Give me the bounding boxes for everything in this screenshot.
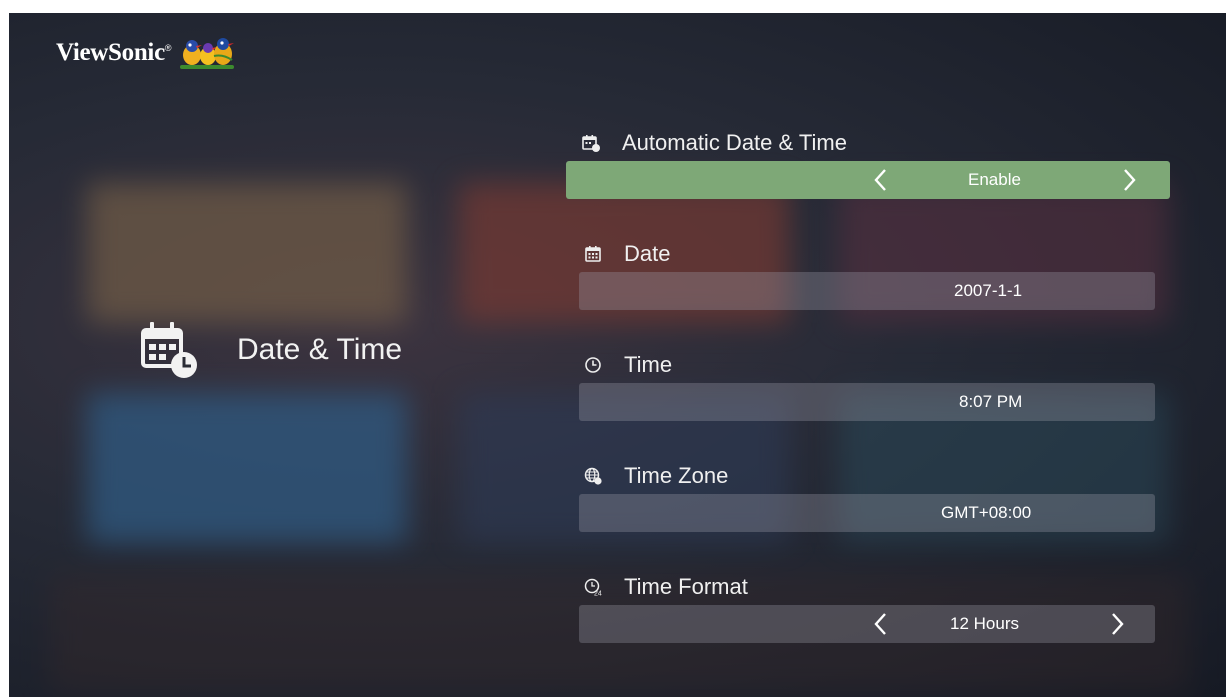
svg-text:24: 24	[594, 591, 602, 597]
time-format-value: 12 Hours	[950, 614, 1019, 633]
setting-label-text: Time Zone	[624, 463, 729, 488]
calendar-clock-icon	[141, 322, 197, 378]
time-format-label: 24 Time Format	[584, 574, 748, 600]
brand-name: ViewSonic	[56, 39, 165, 66]
time-zone-field[interactable]: GMT+08:00	[579, 494, 1155, 532]
background-tile	[87, 183, 407, 323]
automatic-date-time-label: Automatic Date & Time	[582, 130, 847, 156]
time-label: Time	[584, 352, 672, 378]
setting-label-text: Time	[624, 352, 673, 377]
chevron-left-icon[interactable]	[871, 611, 891, 637]
date-label: Date	[584, 241, 670, 267]
chevron-right-icon[interactable]	[1107, 611, 1127, 637]
trademark-mark: ®	[164, 43, 172, 53]
calendar-sync-icon	[582, 135, 600, 152]
automatic-date-time-value: Enable	[968, 170, 1021, 189]
chevron-right-icon[interactable]	[1119, 167, 1139, 193]
time-zone-label: Time Zone	[584, 463, 728, 489]
setting-label-text: Automatic Date & Time	[622, 130, 847, 155]
birds-logo-icon	[179, 38, 234, 69]
time-zone-value: GMT+08:00	[941, 503, 1032, 522]
chevron-left-icon[interactable]	[871, 167, 891, 193]
time-field[interactable]: 8:07 PM	[579, 383, 1155, 421]
calendar-icon	[585, 246, 601, 262]
clock-icon	[585, 357, 601, 373]
time-format-selector[interactable]: 12 Hours	[579, 605, 1155, 643]
date-value: 2007-1-1	[954, 281, 1023, 300]
category-title: Date & Time	[237, 333, 403, 366]
background-tile	[87, 393, 407, 543]
brand-logo: ViewSonic ®	[56, 35, 236, 71]
time-value: 8:07 PM	[959, 392, 1023, 411]
automatic-date-time-selector[interactable]: Enable	[566, 161, 1170, 199]
setting-label-text: Date	[624, 241, 671, 266]
setting-label-text: Time Format	[624, 574, 748, 599]
globe-clock-icon	[584, 467, 602, 485]
date-field[interactable]: 2007-1-1	[579, 272, 1155, 310]
clock-24-icon: 24	[584, 578, 602, 596]
projector-screen: ViewSonic ® Date & Time Automatic Date &…	[9, 13, 1226, 697]
